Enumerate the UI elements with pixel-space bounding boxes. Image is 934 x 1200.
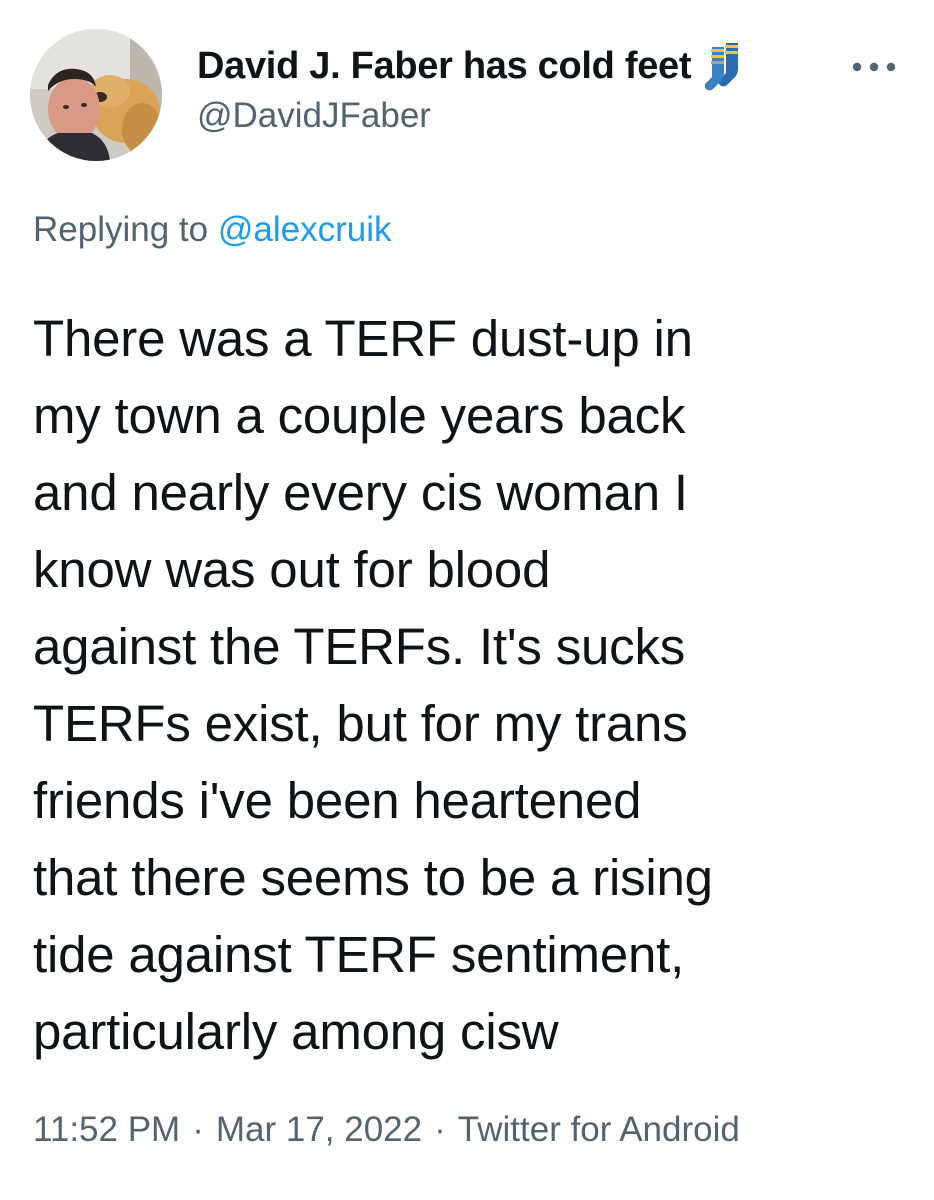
tweet-text-line: against the TERFs. It's sucks — [33, 618, 686, 675]
tweet-text: There was a TERF dust-up in my town a co… — [33, 300, 903, 1070]
profile-avatar[interactable] — [30, 29, 162, 161]
tweet-text-line: TERFs exist, but for my trans — [33, 695, 688, 752]
author-name-row: David J. Faber has cold feet — [197, 38, 745, 94]
tweet-text-line: tide against TERF sentiment, — [33, 926, 685, 983]
tweet-text-line: friends i've been heartened — [33, 772, 642, 829]
meta-separator: · — [192, 1110, 204, 1149]
replying-to: Replying to @alexcruik — [33, 210, 391, 250]
tweet: David J. Faber has cold feet @DavidJFabe… — [0, 0, 934, 1200]
tweet-time[interactable]: 11:52 PM — [33, 1110, 180, 1149]
avatar-photo-icon — [30, 29, 162, 161]
author-display-name[interactable]: David J. Faber has cold feet — [197, 45, 692, 88]
reply-mention-link[interactable]: @alexcruik — [218, 210, 392, 249]
more-options-icon[interactable] — [848, 52, 900, 82]
tweet-text-line: my town a couple years back — [33, 387, 686, 444]
tweet-text-line: know was out for blood — [33, 541, 551, 598]
author-handle[interactable]: @DavidJFaber — [197, 96, 431, 136]
tweet-date[interactable]: Mar 17, 2022 — [216, 1110, 422, 1149]
tweet-metadata: 11:52 PM · Mar 17, 2022 · Twitter for Androi… — [33, 1110, 740, 1150]
replying-to-prefix: Replying to — [33, 210, 209, 249]
tweet-source[interactable]: Twitter for Android — [458, 1110, 740, 1149]
tweet-text-line: and nearly every cis woman I — [33, 464, 688, 521]
meta-separator: · — [434, 1110, 446, 1149]
socks-icon — [705, 43, 739, 91]
tweet-text-line: particularly among cisw — [33, 1003, 559, 1060]
tweet-text-line: that there seems to be a rising — [33, 849, 713, 906]
tweet-text-line: There was a TERF dust-up in — [33, 310, 693, 367]
